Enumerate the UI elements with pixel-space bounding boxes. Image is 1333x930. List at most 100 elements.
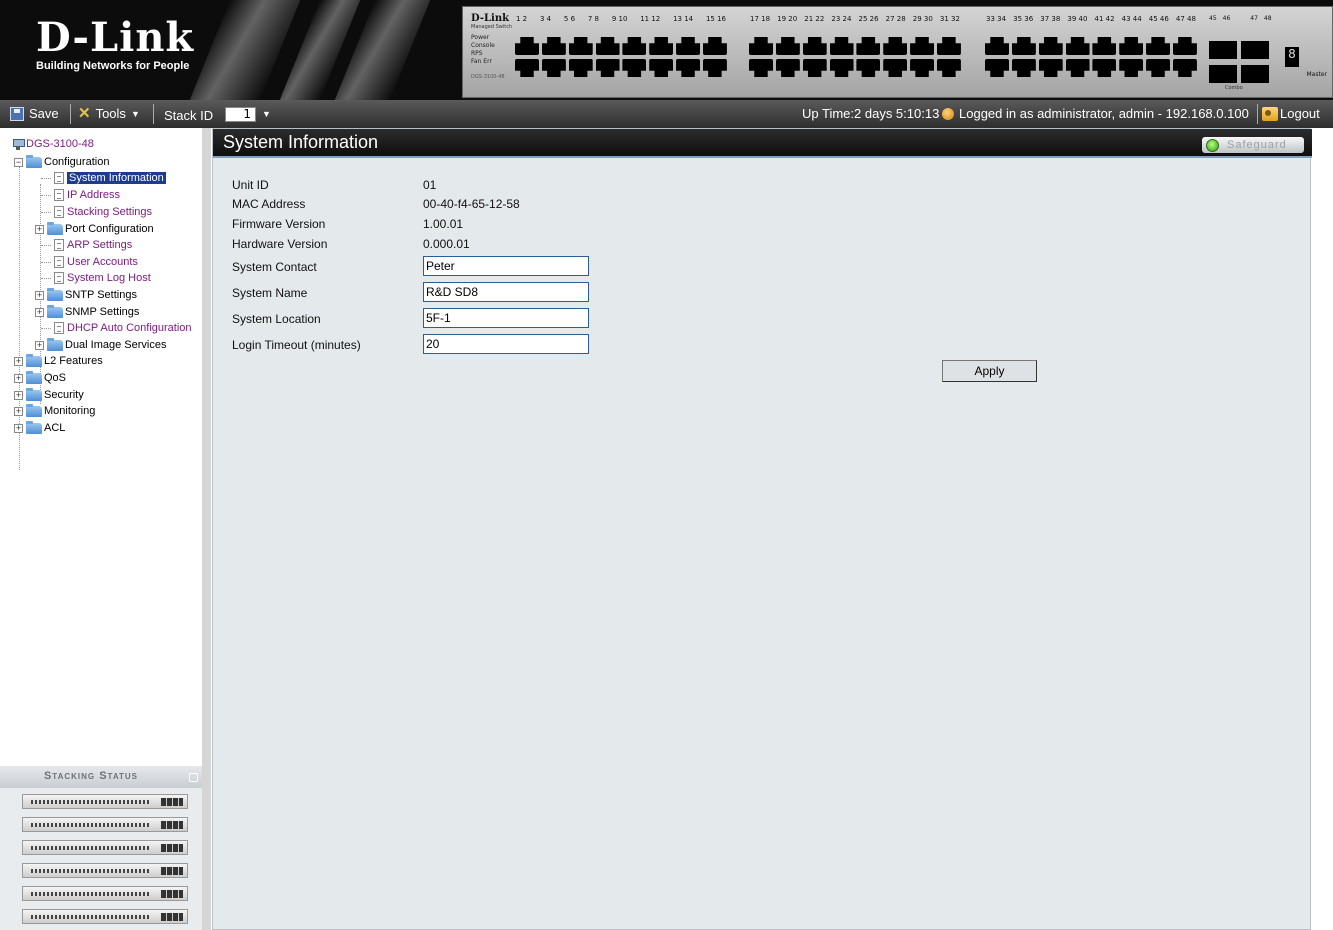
nav-folder-acl[interactable]: + ACL xyxy=(14,420,65,436)
nav-folder-port-configuration[interactable]: + Port Configuration xyxy=(35,221,154,237)
nav-item-label: System Information xyxy=(67,172,166,184)
nav-item-system-information[interactable]: System Information xyxy=(54,170,166,186)
stack-unit[interactable] xyxy=(22,794,188,809)
led-fan-label: Fan Err xyxy=(471,58,492,65)
nav-folder-snmp-settings[interactable]: + SNMP Settings xyxy=(35,304,139,320)
nav-splitter[interactable] xyxy=(202,128,211,930)
apply-button[interactable]: Apply xyxy=(942,360,1037,382)
stack-id-select[interactable]: 1 xyxy=(225,107,256,122)
expand-icon[interactable]: + xyxy=(14,390,23,400)
sfp-port xyxy=(1241,65,1269,83)
folder-icon xyxy=(47,221,63,235)
nav-item-user-accounts[interactable]: User Accounts xyxy=(54,254,138,270)
expand-icon[interactable]: + xyxy=(35,340,44,350)
login-timeout-input[interactable] xyxy=(423,334,589,354)
hardware-version-value: 0.000.01 xyxy=(423,237,470,251)
ethernet-port xyxy=(515,37,539,55)
stack-unit[interactable] xyxy=(22,840,188,855)
collapse-icon[interactable]: − xyxy=(14,157,23,167)
ethernet-port xyxy=(622,37,647,55)
nav-folder-sntp-settings[interactable]: + SNTP Settings xyxy=(35,287,137,303)
stack-unit[interactable] xyxy=(22,886,188,901)
combo-port-num: 45 xyxy=(1209,15,1217,22)
ethernet-port xyxy=(622,59,647,77)
port-row xyxy=(747,55,963,77)
chevron-down-icon: ▼ xyxy=(130,109,140,119)
toolbar-divider xyxy=(70,104,71,124)
switch-icon xyxy=(12,137,25,151)
stack-unit-ports xyxy=(31,846,151,850)
nav-item-arp-settings[interactable]: ARP Settings xyxy=(54,237,132,253)
page-icon xyxy=(54,172,64,184)
combo-ports: 45 46 47 48 8 Master Combo xyxy=(1209,15,1329,93)
port-number-pair: 27 28 xyxy=(885,15,906,23)
port-number-pair: 5 6 xyxy=(563,15,576,23)
expand-icon[interactable]: + xyxy=(14,373,23,383)
nav-folder-dual-image-services[interactable]: + Dual Image Services xyxy=(35,337,167,353)
expand-icon[interactable]: + xyxy=(35,224,44,234)
combo-port-num: 47 xyxy=(1250,15,1258,22)
nav-item-dhcp-auto-configuration[interactable]: DHCP Auto Configuration xyxy=(54,320,192,336)
port-number-pair: 13 14 xyxy=(673,15,694,23)
port-numbers: 1 2 3 4 5 6 7 8 9 10 11 12 13 14 15 16 xyxy=(513,15,729,33)
stack-unit[interactable] xyxy=(22,817,188,832)
safeguard-indicator: Safeguard xyxy=(1202,137,1304,153)
port-number-pair: 31 32 xyxy=(939,15,960,23)
stack-unit-ports xyxy=(31,823,151,827)
port-number-pair: 23 24 xyxy=(831,15,852,23)
banner-decoration xyxy=(189,0,301,100)
ethernet-port xyxy=(1146,37,1171,55)
folder-open-icon xyxy=(26,154,42,168)
port-number-pair: 1 2 xyxy=(516,15,528,23)
port-number-pair: 3 4 xyxy=(539,15,552,23)
unit-id-value: 01 xyxy=(423,178,437,192)
save-button[interactable]: Save xyxy=(10,104,59,124)
led-console-label: Console xyxy=(471,42,495,49)
navigation-tree: DGS-3100-48 − Configuration System Infor… xyxy=(0,128,205,930)
tools-menu[interactable]: ✕ Tools ▼ xyxy=(78,104,140,124)
ethernet-port xyxy=(775,59,800,77)
ethernet-port xyxy=(541,59,566,77)
ethernet-port xyxy=(568,37,593,55)
nav-folder-security[interactable]: + Security xyxy=(14,387,84,403)
stacking-status-header: Stacking Status xyxy=(0,766,202,788)
port-number-pair: 45 46 xyxy=(1148,15,1169,23)
expand-icon[interactable]: + xyxy=(35,307,44,317)
nav-item-system-log-host[interactable]: System Log Host xyxy=(54,270,151,286)
nav-folder-l2-features[interactable]: + L2 Features xyxy=(14,353,103,369)
nav-item-label: System Log Host xyxy=(67,272,151,284)
tools-label: Tools xyxy=(95,106,126,121)
page-icon xyxy=(54,239,64,251)
ethernet-port xyxy=(1172,59,1197,77)
system-name-input[interactable] xyxy=(423,282,589,302)
page-icon xyxy=(54,206,64,218)
undock-icon[interactable] xyxy=(189,773,198,782)
stack-id-chevron-icon[interactable]: ▼ xyxy=(262,109,271,119)
nav-folder-monitoring[interactable]: + Monitoring xyxy=(14,403,95,419)
tree-root-switch[interactable]: DGS-3100-48 xyxy=(12,136,94,152)
stacking-status-panel: Stacking Status xyxy=(0,766,202,930)
mac-address-value: 00-40-f4-65-12-58 xyxy=(423,197,520,211)
nav-folder-qos[interactable]: + QoS xyxy=(14,370,66,386)
tree-folder-configuration[interactable]: − Configuration xyxy=(14,154,109,170)
ethernet-port xyxy=(829,59,854,77)
expand-icon[interactable]: + xyxy=(14,356,23,366)
nav-item-stacking-settings[interactable]: Stacking Settings xyxy=(54,204,152,220)
system-contact-input[interactable] xyxy=(423,256,589,276)
login-text: Logged in as administrator, admin - 192.… xyxy=(959,106,1249,121)
ethernet-port xyxy=(883,37,908,55)
expand-icon[interactable]: + xyxy=(35,290,44,300)
stack-unit[interactable] xyxy=(22,863,188,878)
folder-label: Port Configuration xyxy=(65,223,154,235)
ethernet-port xyxy=(515,59,539,77)
stack-unit-combo xyxy=(161,890,183,898)
expand-icon[interactable]: + xyxy=(14,423,23,433)
logout-button[interactable]: Logout xyxy=(1262,104,1320,124)
sfp-port xyxy=(1209,65,1237,83)
ethernet-port xyxy=(1146,59,1171,77)
expand-icon[interactable]: + xyxy=(14,406,23,416)
nav-item-ip-address[interactable]: IP Address xyxy=(54,187,120,203)
stack-unit[interactable] xyxy=(22,909,188,924)
port-number-pair: 25 26 xyxy=(858,15,879,23)
system-location-input[interactable] xyxy=(423,308,589,328)
